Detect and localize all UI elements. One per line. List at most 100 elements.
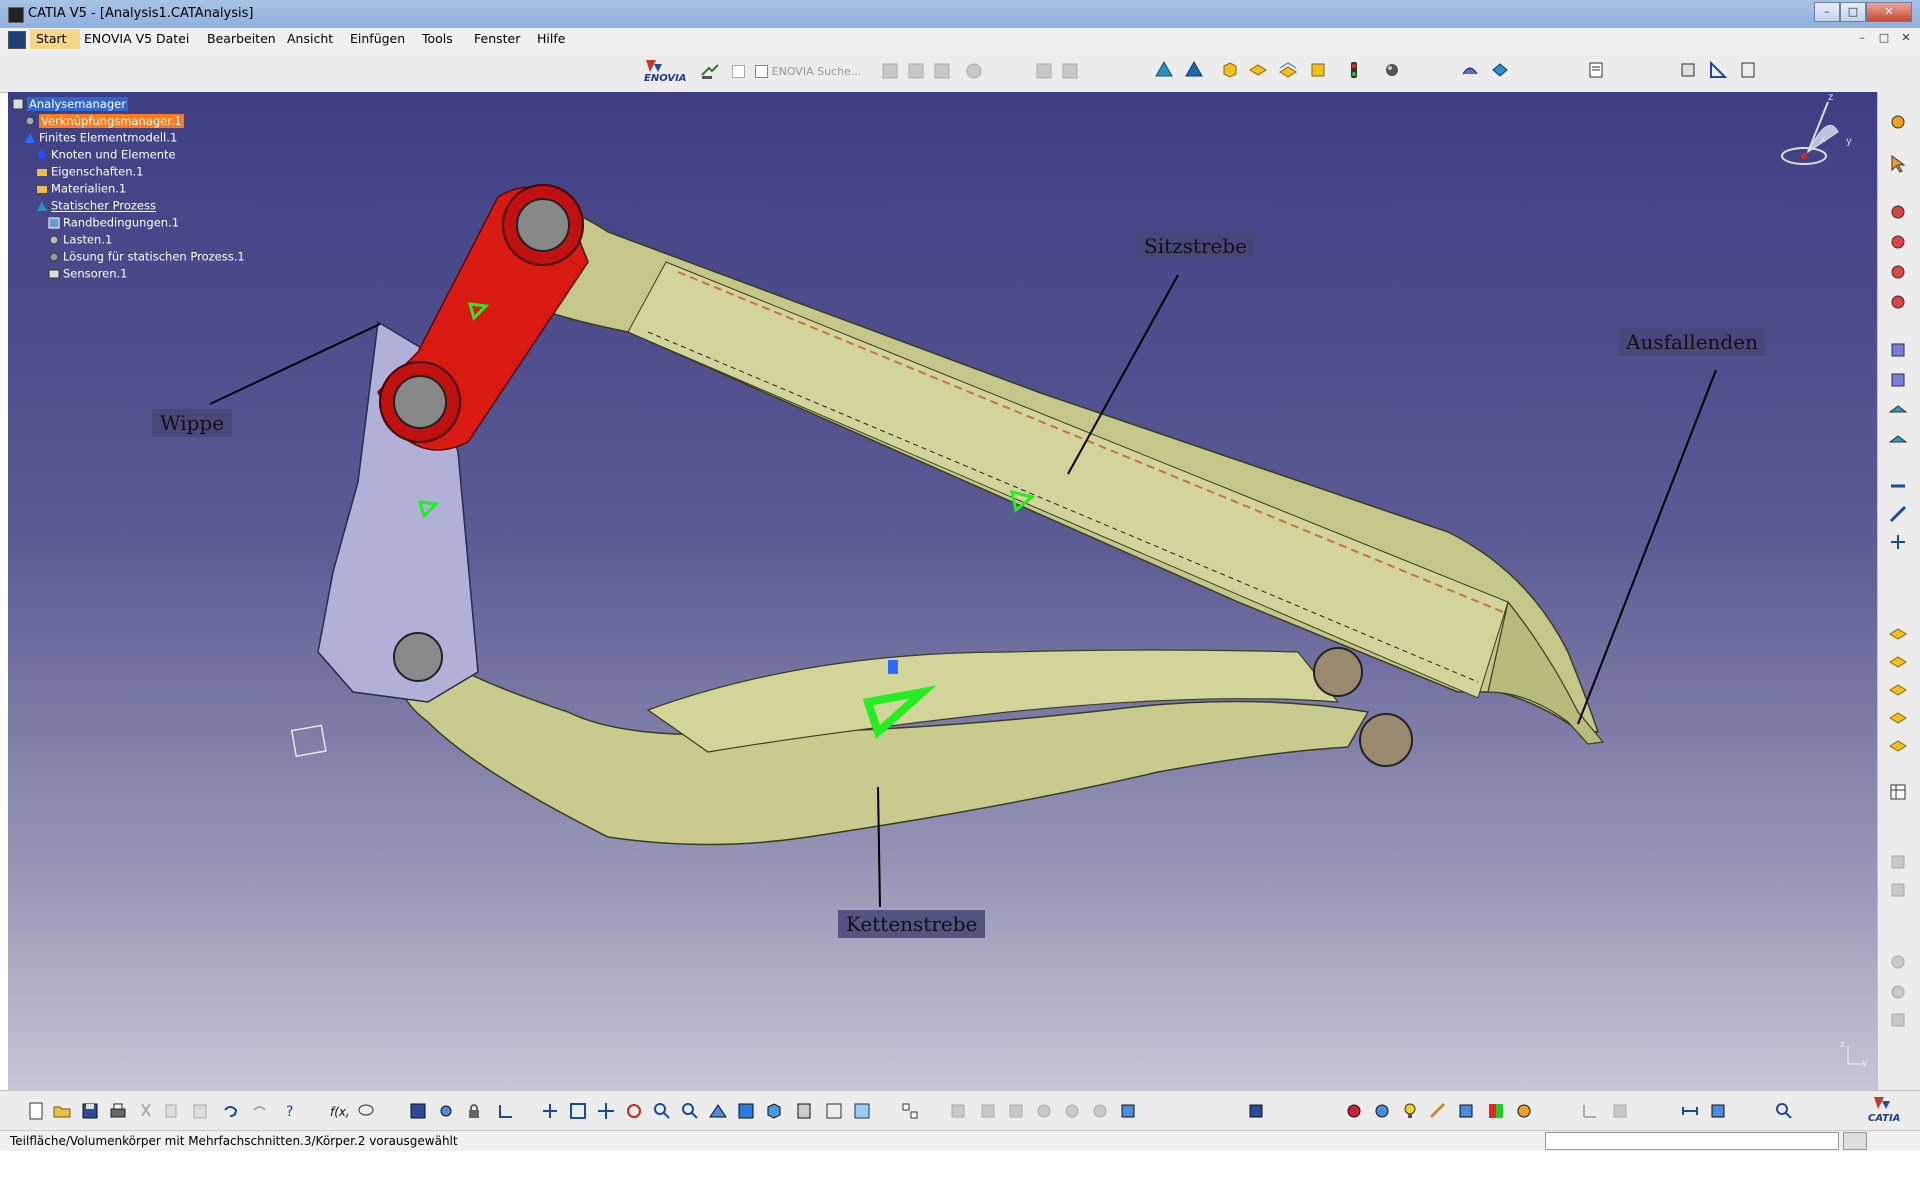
tree-item-loesung[interactable]: Lösung für statischen Prozess.1 — [48, 249, 245, 264]
load-force-icon[interactable] — [1888, 650, 1908, 670]
pan-icon[interactable] — [596, 1101, 616, 1121]
disabled-tool-icon-18[interactable] — [1610, 1101, 1630, 1121]
iso-view-icon[interactable] — [764, 1101, 784, 1121]
compass-widget[interactable]: z x y — [1768, 92, 1858, 182]
lightbulb-icon[interactable] — [1400, 1101, 1420, 1121]
zoom-in-icon[interactable] — [652, 1101, 672, 1121]
maximize-button[interactable]: □ — [1840, 2, 1866, 22]
tree-item-finites-elementmodell[interactable]: Finites Elementmodell.1 — [24, 130, 177, 145]
connection-smooth-icon[interactable] — [1888, 370, 1908, 390]
disabled-tool-icon-12[interactable] — [948, 1101, 968, 1121]
measure-icon[interactable] — [496, 1101, 516, 1121]
new-file-icon[interactable] — [26, 1101, 46, 1121]
load-moment-icon[interactable] — [1888, 678, 1908, 698]
disabled-tool-icon-8[interactable] — [1888, 880, 1908, 900]
gear-icon[interactable] — [1888, 112, 1908, 132]
tree-item-verknuepfungsmanager[interactable]: Verknüpfungsmanager.1 — [24, 113, 184, 128]
menu-item-tools[interactable]: Tools — [422, 31, 453, 46]
lock-icon[interactable] — [464, 1101, 484, 1121]
enovia-search-checkbox-2[interactable] — [754, 65, 768, 78]
whats-this-icon[interactable]: ? — [282, 1101, 302, 1121]
measure-between-icon[interactable] — [1680, 1101, 1700, 1121]
fit-all-icon[interactable] — [568, 1101, 588, 1121]
normal-view-icon[interactable] — [708, 1101, 728, 1121]
comment-icon[interactable] — [356, 1101, 376, 1121]
undo-icon[interactable] — [220, 1101, 240, 1121]
menu-item-einfuegen[interactable]: Einfügen — [350, 31, 405, 46]
zoom-out-icon[interactable] — [680, 1101, 700, 1121]
multi-view-icon[interactable] — [736, 1101, 756, 1121]
menu-item-ansicht[interactable]: Ansicht — [287, 31, 333, 46]
swap-visible-icon[interactable] — [852, 1101, 872, 1121]
tree-item-sensoren[interactable]: Sensoren.1 — [48, 266, 128, 281]
sphere-render-icon[interactable] — [1382, 60, 1402, 80]
virtual-part-contact-icon[interactable] — [1888, 532, 1908, 552]
amplification-icon[interactable] — [1456, 1101, 1476, 1121]
disabled-tool-icon-2[interactable] — [906, 61, 926, 81]
catalog-icon[interactable] — [408, 1101, 428, 1121]
animation-icon[interactable] — [1738, 60, 1758, 80]
group-icon[interactable] — [1308, 60, 1328, 80]
mesh-part-icon[interactable] — [1246, 1101, 1266, 1121]
image-animate-icon[interactable] — [1372, 1101, 1392, 1121]
mdi-minimize-button[interactable]: – — [1855, 31, 1869, 45]
print-icon[interactable] — [108, 1101, 128, 1121]
mdi-close-button[interactable]: ✕ — [1899, 31, 1913, 45]
image-stress-icon[interactable] — [1490, 60, 1510, 80]
hide-show-icon[interactable] — [824, 1101, 844, 1121]
pivot-lower-bearing[interactable] — [393, 375, 447, 429]
connection-rigid-icon[interactable] — [1888, 340, 1908, 360]
command-button[interactable] — [1843, 1132, 1867, 1150]
rotate-icon[interactable] — [624, 1101, 644, 1121]
load-distributed-icon[interactable] — [1888, 734, 1908, 754]
restraint-ball-icon[interactable] — [1888, 292, 1908, 312]
axis-system-icon[interactable] — [1580, 1101, 1600, 1121]
disabled-tool-icon-14[interactable] — [1006, 1101, 1026, 1121]
load-bearing-icon[interactable] — [1888, 706, 1908, 726]
table-icon[interactable] — [1888, 782, 1908, 802]
fly-mode-icon[interactable] — [540, 1101, 560, 1121]
image-display-icon[interactable] — [1344, 1101, 1364, 1121]
pivot-rear-upper[interactable] — [1313, 647, 1363, 697]
restraint-clamp-icon[interactable] — [1888, 202, 1908, 222]
image-deformation-icon[interactable] — [1460, 60, 1480, 80]
mesh-octree-icon[interactable] — [1184, 60, 1204, 80]
report-icon[interactable] — [1586, 60, 1606, 80]
tree-expand-icon[interactable] — [900, 1101, 920, 1121]
catia-app-icon[interactable] — [8, 7, 24, 23]
enovia-search-checkbox[interactable] — [732, 65, 745, 78]
analysis-tools-icon[interactable] — [1678, 60, 1698, 80]
disabled-tool-icon-3[interactable] — [932, 61, 952, 81]
cut-icon[interactable] — [136, 1101, 156, 1121]
shading-icon[interactable] — [794, 1101, 814, 1121]
disabled-tool-icon-7[interactable] — [1888, 852, 1908, 872]
restraint-pivot-icon[interactable] — [1888, 262, 1908, 282]
virtual-part-rigid-icon[interactable] — [1888, 476, 1908, 496]
close-button[interactable]: ✕ — [1866, 2, 1912, 22]
load-marker-large[interactable] — [888, 660, 898, 674]
enovia-logo[interactable]: ENOVIA — [640, 56, 688, 86]
knowledge-icon[interactable] — [436, 1101, 456, 1121]
mesh-tetra-icon[interactable] — [1154, 60, 1174, 80]
mdi-restore-button[interactable]: □ — [1877, 31, 1891, 45]
tree-item-analysemanager[interactable]: Analysemanager — [12, 96, 128, 111]
save-icon[interactable] — [80, 1101, 100, 1121]
document-icon[interactable] — [8, 31, 26, 49]
menu-item-start[interactable]: Start — [36, 31, 67, 46]
tree-item-materialien[interactable]: Materialien.1 — [36, 181, 126, 196]
tree-item-knoten-elemente[interactable]: Knoten und Elemente — [36, 147, 176, 162]
disabled-tool-icon-1[interactable] — [880, 61, 900, 81]
tree-item-lasten[interactable]: Lasten.1 — [48, 232, 112, 247]
formula-icon[interactable]: f(x) — [328, 1101, 348, 1121]
select-cursor-icon[interactable] — [1888, 154, 1908, 174]
disabled-tool-icon-5[interactable] — [1034, 61, 1054, 81]
minimize-button[interactable]: – — [1814, 2, 1840, 22]
virtual-part-spring-icon[interactable] — [1888, 504, 1908, 524]
menu-item-bearbeiten[interactable]: Bearbeiten — [207, 31, 276, 46]
magnifier-icon[interactable] — [1774, 1101, 1794, 1121]
3d-viewport[interactable]: Analysemanager Verknüpfungsmanager.1 Fin… — [8, 92, 1877, 1090]
properties-cube-icon[interactable] — [1220, 60, 1240, 80]
shell-property-icon[interactable] — [1248, 60, 1268, 80]
disabled-tool-icon-17[interactable] — [1090, 1101, 1110, 1121]
update-icon[interactable] — [1118, 1101, 1138, 1121]
